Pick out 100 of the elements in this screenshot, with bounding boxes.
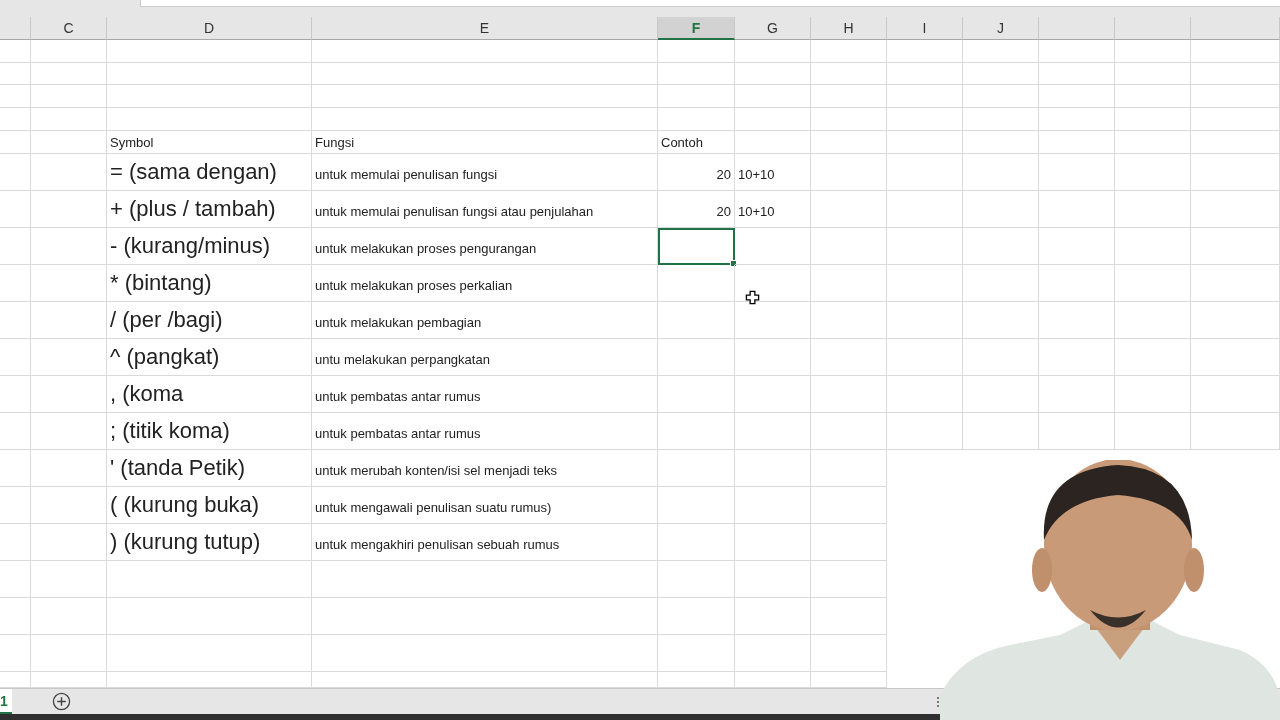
empty-cell[interactable] (31, 40, 107, 63)
empty-cell[interactable] (31, 108, 107, 131)
empty-cell[interactable] (887, 413, 963, 450)
empty-cell[interactable] (31, 376, 107, 413)
sheet-tab[interactable]: 1 (0, 689, 12, 714)
empty-cell[interactable] (735, 131, 811, 154)
empty-cell[interactable] (0, 487, 31, 524)
empty-cell[interactable] (1115, 40, 1191, 63)
empty-cell[interactable] (811, 524, 887, 561)
empty-cell[interactable] (811, 191, 887, 228)
empty-cell[interactable] (963, 63, 1039, 85)
empty-cell[interactable] (1191, 376, 1280, 413)
empty-cell[interactable] (1039, 63, 1115, 85)
empty-cell[interactable] (1115, 228, 1191, 265)
empty-cell[interactable] (658, 265, 735, 302)
empty-cell[interactable] (963, 228, 1039, 265)
column-header[interactable]: J (963, 17, 1039, 40)
empty-cell[interactable] (31, 339, 107, 376)
column-header[interactable] (1039, 17, 1115, 40)
formula-bar[interactable] (140, 0, 1280, 7)
column-header[interactable]: F (658, 17, 735, 40)
empty-cell[interactable] (887, 228, 963, 265)
empty-cell[interactable] (887, 40, 963, 63)
empty-cell[interactable] (31, 85, 107, 108)
empty-cell[interactable] (811, 154, 887, 191)
empty-cell[interactable] (811, 228, 887, 265)
empty-cell[interactable] (735, 339, 811, 376)
empty-cell[interactable] (31, 131, 107, 154)
empty-cell[interactable] (1191, 63, 1280, 85)
empty-cell[interactable] (1191, 228, 1280, 265)
empty-cell[interactable] (31, 63, 107, 85)
empty-cell[interactable] (31, 561, 107, 598)
empty-cell[interactable] (1039, 108, 1115, 131)
empty-cell[interactable] (0, 154, 31, 191)
empty-cell[interactable] (0, 131, 31, 154)
empty-cell[interactable] (811, 131, 887, 154)
column-header[interactable] (1115, 17, 1191, 40)
empty-cell[interactable] (811, 598, 887, 635)
empty-cell[interactable] (1115, 339, 1191, 376)
selected-cell[interactable] (658, 228, 735, 265)
empty-cell[interactable] (1115, 413, 1191, 450)
column-header[interactable]: E (312, 17, 658, 40)
empty-cell[interactable] (312, 598, 658, 635)
empty-cell[interactable] (963, 154, 1039, 191)
empty-cell[interactable] (811, 40, 887, 63)
empty-cell[interactable] (0, 40, 31, 63)
empty-cell[interactable] (658, 63, 735, 85)
empty-cell[interactable] (658, 413, 735, 450)
empty-cell[interactable] (312, 63, 658, 85)
empty-cell[interactable] (658, 108, 735, 131)
empty-cell[interactable] (658, 302, 735, 339)
empty-cell[interactable] (963, 302, 1039, 339)
empty-cell[interactable] (1115, 63, 1191, 85)
empty-cell[interactable] (1191, 40, 1280, 63)
empty-cell[interactable] (735, 487, 811, 524)
empty-cell[interactable] (0, 524, 31, 561)
empty-cell[interactable] (963, 339, 1039, 376)
empty-cell[interactable] (811, 413, 887, 450)
empty-cell[interactable] (31, 265, 107, 302)
empty-cell[interactable] (887, 376, 963, 413)
column-header[interactable]: H (811, 17, 887, 40)
empty-cell[interactable] (31, 228, 107, 265)
empty-cell[interactable] (735, 85, 811, 108)
empty-cell[interactable] (811, 63, 887, 85)
empty-cell[interactable] (735, 108, 811, 131)
empty-cell[interactable] (887, 302, 963, 339)
empty-cell[interactable] (312, 635, 658, 672)
empty-cell[interactable] (1115, 154, 1191, 191)
empty-cell[interactable] (1191, 191, 1280, 228)
empty-cell[interactable] (658, 339, 735, 376)
empty-cell[interactable] (1039, 265, 1115, 302)
empty-cell[interactable] (887, 63, 963, 85)
empty-cell[interactable] (1039, 413, 1115, 450)
empty-cell[interactable] (0, 191, 31, 228)
empty-cell[interactable] (1039, 228, 1115, 265)
empty-cell[interactable] (887, 85, 963, 108)
empty-cell[interactable] (963, 265, 1039, 302)
empty-cell[interactable] (963, 413, 1039, 450)
empty-cell[interactable] (1039, 302, 1115, 339)
empty-cell[interactable] (811, 376, 887, 413)
empty-cell[interactable] (811, 302, 887, 339)
empty-cell[interactable] (312, 85, 658, 108)
empty-cell[interactable] (0, 635, 31, 672)
empty-cell[interactable] (31, 302, 107, 339)
empty-cell[interactable] (735, 228, 811, 265)
empty-cell[interactable] (658, 376, 735, 413)
empty-cell[interactable] (1039, 85, 1115, 108)
empty-cell[interactable] (658, 487, 735, 524)
empty-cell[interactable] (31, 524, 107, 561)
empty-cell[interactable] (735, 598, 811, 635)
empty-cell[interactable] (963, 108, 1039, 131)
empty-cell[interactable] (1115, 302, 1191, 339)
empty-cell[interactable] (107, 598, 312, 635)
empty-cell[interactable] (735, 635, 811, 672)
column-header[interactable] (1191, 17, 1280, 40)
more-icon[interactable] (936, 696, 940, 708)
empty-cell[interactable] (735, 413, 811, 450)
fill-handle[interactable] (730, 260, 737, 267)
empty-cell[interactable] (658, 561, 735, 598)
empty-cell[interactable] (0, 108, 31, 131)
